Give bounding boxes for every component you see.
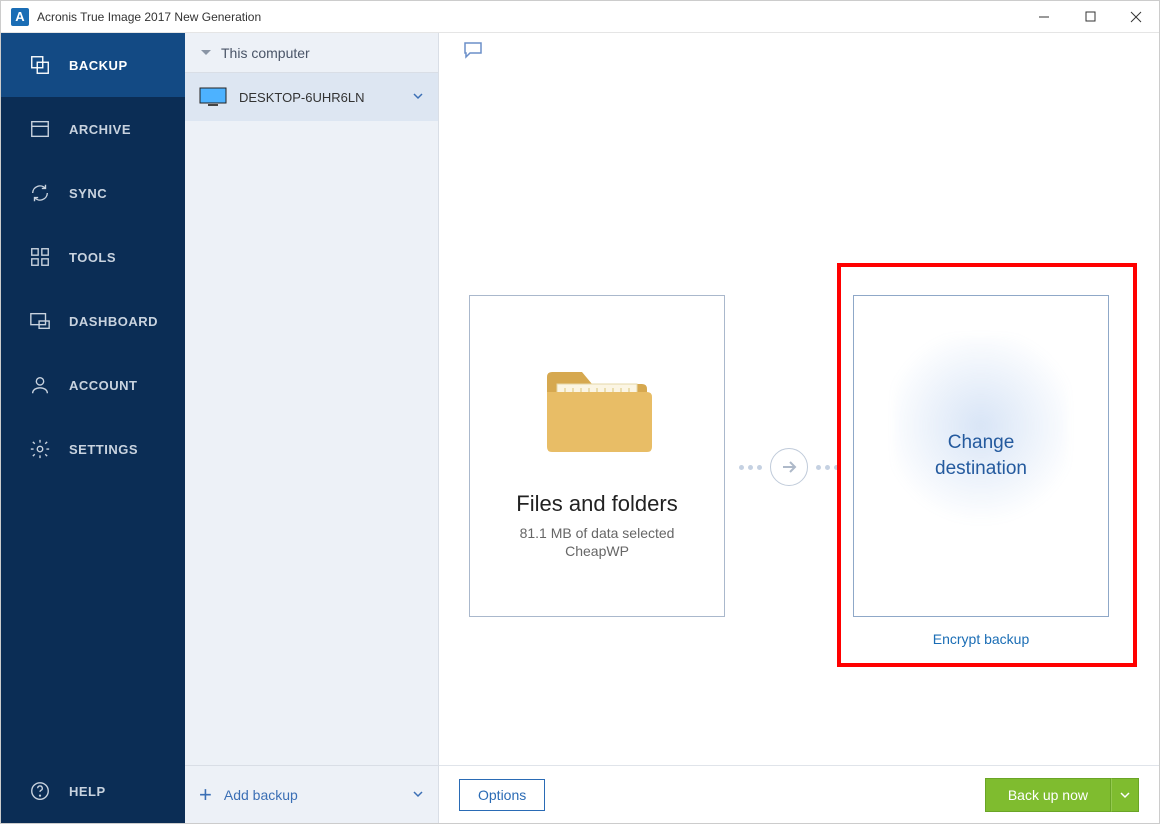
sidebar-item-label: SYNC [69, 186, 107, 201]
chevron-down-icon [412, 787, 424, 803]
backup-list-item[interactable]: DESKTOP-6UHR6LN [185, 73, 438, 121]
window-title: Acronis True Image 2017 New Generation [37, 10, 261, 24]
backup-now-dropdown[interactable] [1111, 778, 1139, 812]
sync-icon [29, 182, 51, 204]
options-button[interactable]: Options [459, 779, 545, 811]
encrypt-backup-link[interactable]: Encrypt backup [853, 631, 1109, 647]
arrow-connector [735, 447, 843, 487]
backup-now-label: Back up now [985, 778, 1111, 812]
plus-icon: + [199, 782, 212, 808]
arrow-right-icon [770, 448, 808, 486]
sidebar-item-label: HELP [69, 784, 106, 799]
sidebar-item-label: ACCOUNT [69, 378, 138, 393]
add-backup-label: Add backup [224, 787, 298, 803]
dashboard-icon [29, 310, 51, 332]
sidebar-item-tools[interactable]: TOOLS [1, 225, 185, 289]
sidebar-item-backup[interactable]: BACKUP [1, 33, 185, 97]
destination-ghost-text [979, 519, 983, 536]
sidebar: BACKUP ARCHIVE SYNC TOOLS DASHBOARD [1, 33, 185, 823]
backup-icon [29, 54, 51, 76]
content-topbar [439, 33, 1159, 73]
tools-icon [29, 246, 51, 268]
source-subtitle-2: CheapWP [565, 543, 629, 559]
change-destination-label: Change destination [935, 430, 1027, 481]
help-icon [29, 780, 51, 802]
monitor-icon [199, 87, 227, 107]
settings-icon [29, 438, 51, 460]
app-icon-letter: A [15, 9, 24, 24]
sidebar-item-account[interactable]: ACCOUNT [1, 353, 185, 417]
sidebar-item-help[interactable]: HELP [1, 759, 185, 823]
source-title: Files and folders [516, 491, 677, 517]
sidebar-item-label: DASHBOARD [69, 314, 158, 329]
folder-icon [537, 362, 657, 467]
backup-source-card[interactable]: Files and folders 81.1 MB of data select… [469, 295, 725, 617]
sidebar-item-label: TOOLS [69, 250, 116, 265]
minimize-button[interactable] [1021, 1, 1067, 33]
list-header-label: This computer [221, 45, 310, 61]
sidebar-item-sync[interactable]: SYNC [1, 161, 185, 225]
content-area: Files and folders 81.1 MB of data select… [439, 33, 1159, 823]
backup-list-panel: This computer DESKTOP-6UHR6LN + Add back… [185, 33, 439, 823]
backup-now-button[interactable]: Back up now [985, 778, 1139, 812]
sidebar-item-label: SETTINGS [69, 442, 138, 457]
sidebar-item-settings[interactable]: SETTINGS [1, 417, 185, 481]
account-icon [29, 374, 51, 396]
add-backup-button[interactable]: + Add backup [185, 765, 438, 823]
maximize-button[interactable] [1067, 1, 1113, 33]
app-icon: A [11, 8, 29, 26]
source-subtitle-1: 81.1 MB of data selected [520, 525, 675, 541]
sidebar-item-dashboard[interactable]: DASHBOARD [1, 289, 185, 353]
titlebar: A Acronis True Image 2017 New Generation [1, 1, 1159, 33]
backup-item-label: DESKTOP-6UHR6LN [239, 90, 364, 105]
list-header[interactable]: This computer [185, 33, 438, 73]
comment-icon[interactable] [463, 41, 483, 64]
main-area: Files and folders 81.1 MB of data select… [439, 73, 1159, 765]
backup-destination-card[interactable]: Change destination [853, 295, 1109, 617]
chevron-down-icon [412, 90, 424, 105]
sidebar-item-label: BACKUP [69, 58, 128, 73]
collapse-icon [201, 50, 211, 55]
content-footer: Options Back up now [439, 765, 1159, 823]
sidebar-item-label: ARCHIVE [69, 122, 131, 137]
archive-icon [29, 118, 51, 140]
close-button[interactable] [1113, 1, 1159, 33]
sidebar-item-archive[interactable]: ARCHIVE [1, 97, 185, 161]
